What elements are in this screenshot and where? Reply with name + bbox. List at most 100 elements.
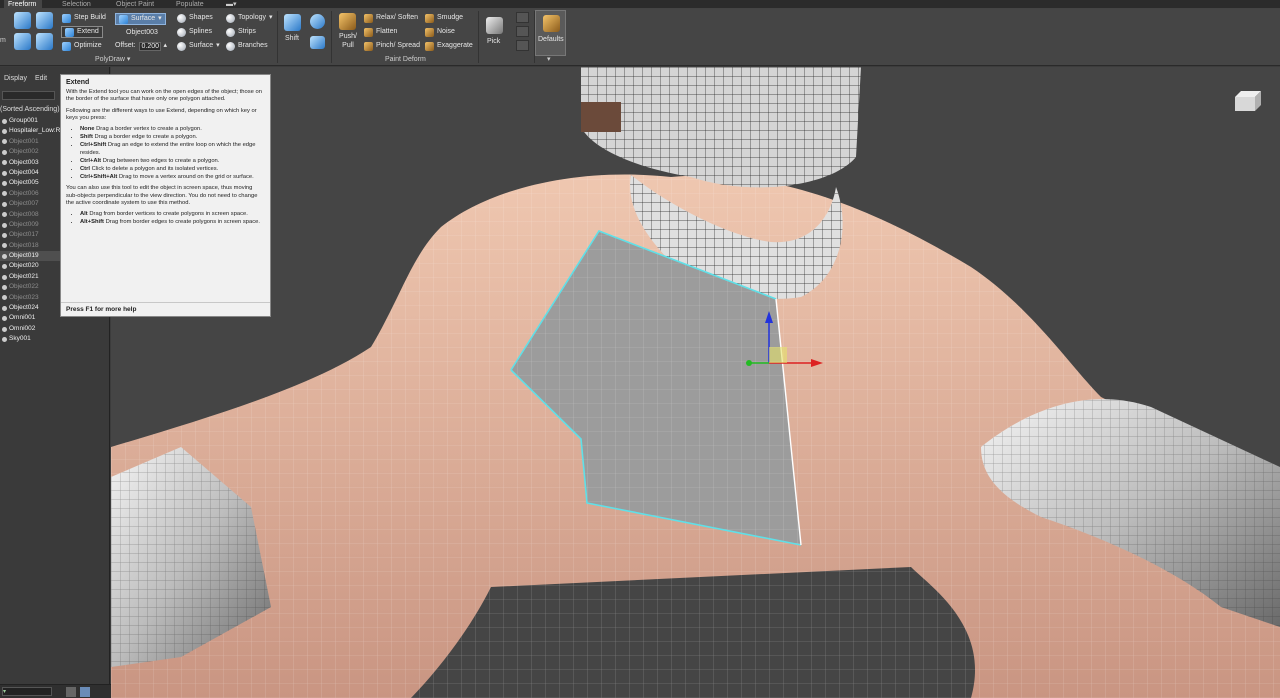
group-icon xyxy=(2,118,7,124)
extend-button[interactable]: Extend xyxy=(61,26,103,38)
object-name: Object009 xyxy=(9,220,39,228)
object-icon xyxy=(2,160,7,166)
chevron-down-icon: ▾ xyxy=(126,56,131,63)
tooltip-key-desc: Click to delete a polygon and its isolat… xyxy=(91,166,219,173)
extend-tooltip: Extend With the Extend tool you can work… xyxy=(60,74,271,317)
object-icon xyxy=(2,139,7,145)
ribbon-options-icon[interactable]: ▬▾ xyxy=(222,0,241,9)
pinch-spread-button[interactable]: Pinch/ Spread xyxy=(364,40,420,52)
flatten-button[interactable]: Flatten xyxy=(364,26,397,38)
push-pull-icon[interactable] xyxy=(339,13,356,30)
pick-option-icon[interactable] xyxy=(516,26,529,37)
object-name: Object024 xyxy=(9,304,39,312)
ribbon-divider xyxy=(277,11,278,63)
polydraw-tool-icon[interactable] xyxy=(14,33,31,50)
shift-scale-icon[interactable] xyxy=(310,36,325,49)
object-name: Object017 xyxy=(9,231,39,239)
exaggerate-brush-icon xyxy=(425,41,434,51)
tooltip-lead: Following are the different ways to use … xyxy=(66,107,257,121)
pick-option-icon[interactable] xyxy=(516,12,529,23)
object-name: Object021 xyxy=(9,272,39,280)
object-name: Group001 xyxy=(9,117,38,124)
spinner-icon[interactable]: ▴ xyxy=(164,40,168,52)
explorer-sort-icon[interactable] xyxy=(80,687,90,697)
object-name: Object005 xyxy=(9,179,39,187)
shift-label[interactable]: Shift xyxy=(285,33,299,45)
topology-button[interactable]: Topology ▾ xyxy=(226,12,273,24)
object-icon xyxy=(2,305,7,311)
polydraw-tool-icon[interactable] xyxy=(36,12,53,29)
object-list-item[interactable]: Sky001 xyxy=(0,334,110,344)
tooltip-key-desc: Drag from border vertices to create poly… xyxy=(89,211,248,218)
smudge-button[interactable]: Smudge xyxy=(425,12,463,24)
relax-soften-button[interactable]: Relax/ Soften xyxy=(364,12,418,24)
push-pull-button[interactable]: Push/ Pull xyxy=(338,31,358,51)
layer-dropdown[interactable]: ▾ xyxy=(2,687,52,696)
object-name: Sky001 xyxy=(9,335,31,343)
flatten-brush-icon xyxy=(364,27,373,37)
chevron-down-icon[interactable]: ▾ xyxy=(547,55,551,65)
pick-button[interactable]: Pick xyxy=(487,36,500,48)
surface-button[interactable]: Surface ▾ xyxy=(177,40,220,52)
explorer-sort-header[interactable]: (Sorted Ascending) xyxy=(0,106,60,113)
strips-button[interactable]: Strips xyxy=(226,26,256,38)
noise-button[interactable]: Noise xyxy=(425,26,455,38)
viewcube-icon[interactable] xyxy=(1235,91,1261,111)
pinch-brush-icon xyxy=(364,41,373,51)
viewport-scene xyxy=(111,67,1280,698)
step-build-icon xyxy=(62,13,71,23)
step-build-button[interactable]: Step Build xyxy=(62,12,106,24)
helmet-wireframe xyxy=(581,67,861,188)
tooltip-key-desc: Drag from border edges to create polygon… xyxy=(105,219,260,226)
object-icon xyxy=(2,232,7,238)
splines-button[interactable]: Splines xyxy=(177,26,212,38)
exaggerate-button[interactable]: Exaggerate xyxy=(425,40,473,52)
branches-button[interactable]: Branches xyxy=(226,40,268,52)
object-name: Object001 xyxy=(9,137,39,145)
perspective-viewport[interactable] xyxy=(111,67,1280,698)
menu-display[interactable]: Display xyxy=(4,75,27,86)
object-icon xyxy=(2,201,7,207)
shift-rotate-icon[interactable] xyxy=(310,14,325,29)
tooltip-key: Alt xyxy=(80,211,88,218)
object-name: Object019 xyxy=(9,252,39,260)
optimize-button[interactable]: Optimize xyxy=(62,40,102,52)
chevron-down-icon: ▾ xyxy=(216,42,220,49)
offset-field[interactable]: 0.200 xyxy=(138,41,161,51)
draw-on-dropdown[interactable]: Surface ▾ xyxy=(115,13,166,25)
object-icon xyxy=(2,212,7,218)
tab-populate[interactable]: Populate xyxy=(172,0,208,9)
object-icon xyxy=(2,274,7,280)
menu-edit[interactable]: Edit xyxy=(35,75,47,86)
surface-icon xyxy=(177,41,186,51)
pick-object-name[interactable]: Object003 xyxy=(126,27,158,39)
paint-deform-group-label[interactable]: Paint Deform xyxy=(385,55,426,65)
explorer-search-input[interactable] xyxy=(2,91,55,100)
defaults-button[interactable]: Defaults xyxy=(535,10,566,56)
object-icon xyxy=(2,253,7,259)
relax-brush-icon xyxy=(364,13,373,23)
splines-icon xyxy=(177,27,186,37)
object-icon xyxy=(2,170,7,176)
tab-freeform[interactable]: Freeform xyxy=(4,0,42,9)
explorer-layers-icon[interactable] xyxy=(66,687,76,697)
offset-control: Offset: 0.200 ▴ xyxy=(115,40,167,52)
object-name: Object018 xyxy=(9,241,39,249)
pick-icon[interactable] xyxy=(486,17,503,34)
pick-option-icon[interactable] xyxy=(516,40,529,51)
topology-icon xyxy=(226,13,235,23)
object-icon xyxy=(2,181,7,187)
polydraw-tool-icon[interactable] xyxy=(14,12,31,29)
light-icon xyxy=(2,326,7,332)
tab-object-paint[interactable]: Object Paint xyxy=(112,0,158,9)
object-icon xyxy=(2,295,7,301)
tab-selection[interactable]: Selection xyxy=(58,0,95,9)
ribbon-tab-bar: Freeform Selection Object Paint Populate… xyxy=(0,0,1280,9)
polydraw-tool-icon[interactable] xyxy=(36,33,53,50)
polydraw-group-label[interactable]: PolyDraw ▾ xyxy=(95,55,130,65)
object-list-item[interactable]: Omni002 xyxy=(0,324,110,334)
shapes-button[interactable]: Shapes xyxy=(177,12,213,24)
noise-brush-icon xyxy=(425,27,434,37)
strips-icon xyxy=(226,27,235,37)
shift-icon[interactable] xyxy=(284,14,301,31)
